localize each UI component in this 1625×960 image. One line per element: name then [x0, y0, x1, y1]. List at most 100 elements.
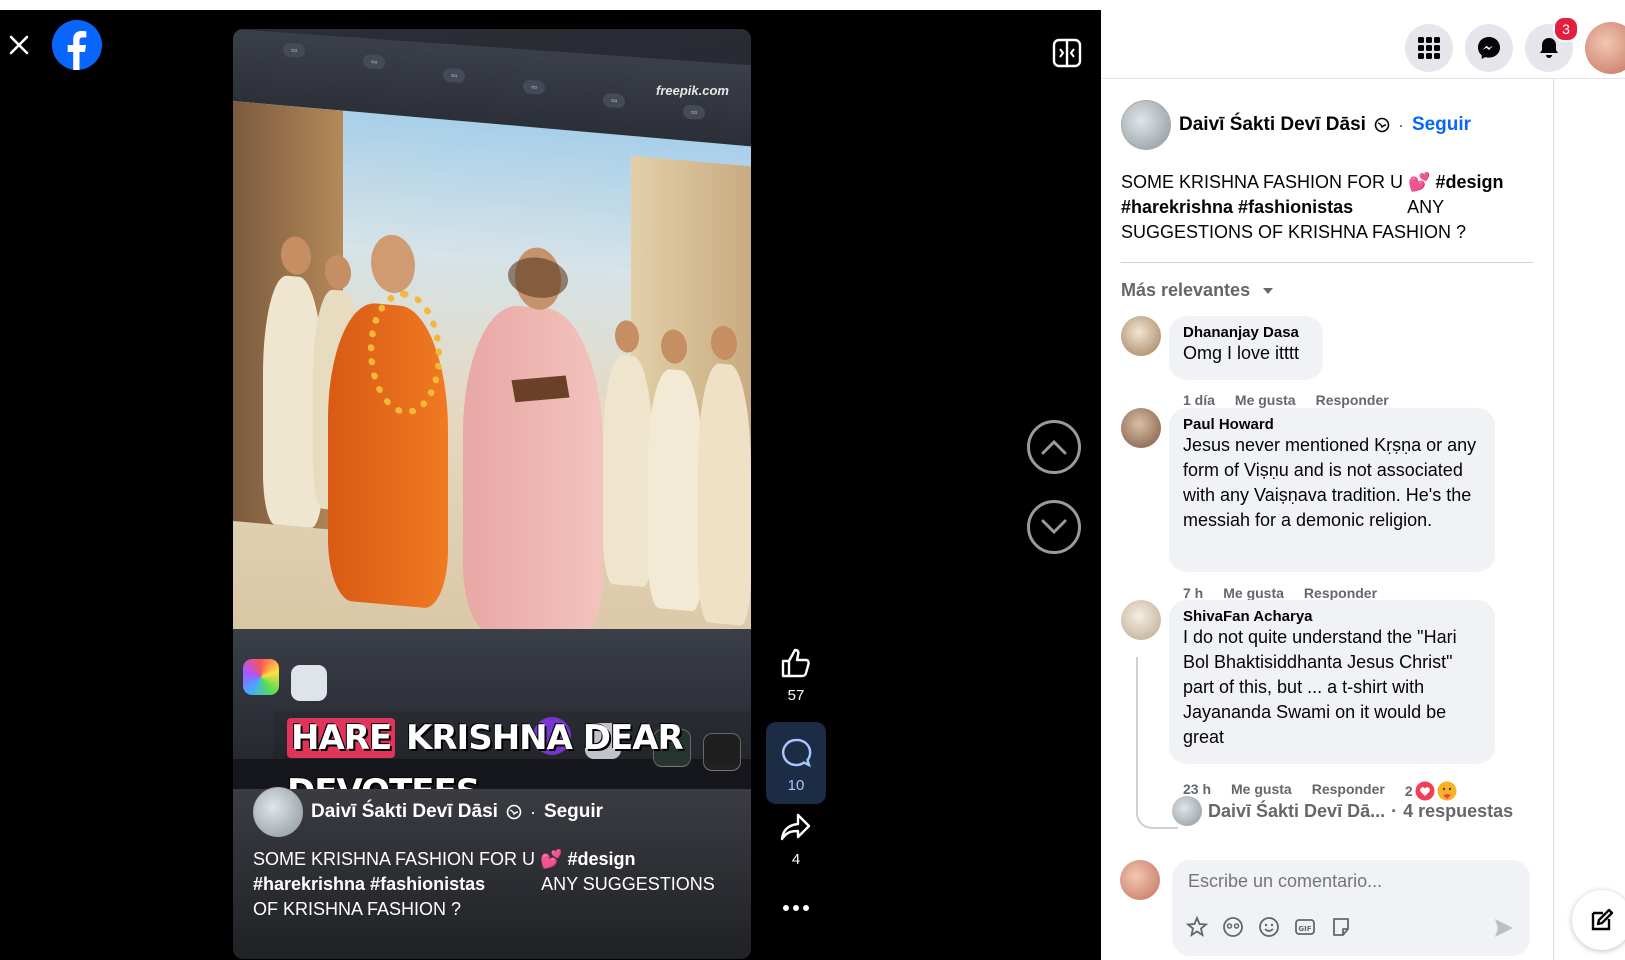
post-author-avatar[interactable] — [1121, 100, 1171, 150]
next-video-button[interactable] — [1027, 500, 1081, 554]
follow-separator: · — [1397, 114, 1404, 135]
notification-badge: 3 — [1553, 16, 1579, 42]
svg-text:GIF: GIF — [1298, 925, 1311, 933]
post-text-part: SOME KRISHNA FASHION FOR U 💕 — [1121, 172, 1436, 192]
menu-grid-button[interactable] — [1405, 24, 1453, 72]
more-options-icon[interactable] — [766, 900, 826, 918]
post-text: SOME KRISHNA FASHION FOR U 💕 #design #ha… — [1121, 170, 1521, 245]
notifications-button[interactable]: 3 — [1525, 16, 1579, 72]
video-description: SOME KRISHNA FASHION FOR U 💕 #design #ha… — [253, 847, 733, 922]
like-comment-button[interactable]: Me gusta — [1223, 585, 1284, 601]
hashtag-links[interactable]: #harekrishna #fashionistas — [253, 872, 485, 897]
sort-label: Más relevantes — [1121, 280, 1251, 300]
share-control[interactable]: 4 — [766, 810, 826, 868]
gif-icon[interactable]: GIF — [1294, 916, 1316, 938]
messenger-icon — [1478, 37, 1500, 59]
messenger-button[interactable] — [1465, 24, 1513, 72]
commenter-avatar[interactable] — [1121, 316, 1161, 356]
video-author: Daivī Śakti Devī Dāsi · Seguir — [253, 787, 603, 837]
hashtag-link[interactable]: #design — [1435, 172, 1503, 192]
replies-count: 4 respuestas — [1403, 800, 1514, 821]
comment-composer: GIF — [1172, 860, 1530, 956]
chevron-up-icon — [1041, 439, 1067, 455]
reply-comment-button[interactable]: Responder — [1304, 585, 1377, 601]
replies-separator: · — [1391, 800, 1398, 821]
thumbs-up-icon[interactable] — [779, 646, 813, 680]
facebook-logo-icon[interactable] — [52, 20, 102, 70]
share-count: 4 — [791, 851, 801, 868]
video-caption-banner: HARE KRISHNA DEAR DEVOTEES — [273, 711, 751, 812]
desc-text: OF KRISHNA FASHION ? — [253, 899, 462, 919]
panel-divider — [1553, 78, 1554, 960]
commenter-name[interactable]: Dhananjay Dasa — [1183, 324, 1309, 341]
composer-tools: GIF — [1185, 915, 1352, 938]
grid-menu-icon — [1418, 37, 1440, 59]
my-avatar[interactable] — [1120, 860, 1160, 900]
comment-bubble: ShivaFan Acharya I do not quite understa… — [1169, 600, 1495, 764]
comment-control[interactable]: 10 — [766, 722, 826, 804]
post-follow-link[interactable]: Seguir — [1412, 114, 1471, 136]
caret-down-icon — [1263, 288, 1274, 294]
new-message-button[interactable] — [1572, 890, 1625, 950]
sort-dropdown[interactable]: Más relevantes — [1121, 280, 1275, 301]
comment-text: Jesus never mentioned Kṛṣṇa or any form … — [1183, 435, 1477, 530]
globe-icon — [506, 804, 522, 820]
post-author-name[interactable]: Daivī Śakti Devī Dāsi — [1179, 114, 1366, 136]
commenter-name[interactable]: Paul Howard — [1183, 416, 1481, 433]
video-author-name[interactable]: Daivī Śakti Devī Dāsi — [311, 801, 498, 823]
like-control[interactable]: 57 — [766, 646, 826, 704]
previous-video-button[interactable] — [1027, 420, 1081, 474]
comment-actions: 1 día Me gusta Responder — [1183, 392, 1389, 408]
hashtag-links[interactable]: #harekrishna #fashionistas — [1121, 195, 1353, 220]
close-icon[interactable] — [6, 32, 32, 58]
comment-time[interactable]: 7 h — [1183, 585, 1203, 601]
post-text-part: ANY — [1407, 197, 1445, 217]
video-follow-link[interactable]: Seguir — [544, 801, 603, 823]
banner-word: HARE — [287, 718, 396, 758]
laptop-screen: ▫▫ ▫▫ ▫▫ ▫▫ ▫▫ ▫▫ freepik.com HARE KRISH… — [233, 29, 751, 812]
desc-text: ANY SUGGESTIONS — [541, 874, 715, 894]
sticker-icon[interactable] — [1330, 916, 1352, 938]
chevron-down-icon — [1041, 519, 1067, 535]
follow-separator: · — [529, 801, 536, 822]
globe-icon — [1374, 117, 1390, 133]
compose-icon — [1591, 908, 1614, 931]
author-avatar[interactable] — [253, 787, 303, 837]
comment-time[interactable]: 1 día — [1183, 392, 1215, 408]
video-player[interactable]: ▫▫ ▫▫ ▫▫ ▫▫ ▫▫ ▫▫ freepik.com HARE KRISH… — [233, 29, 751, 959]
share-icon[interactable] — [779, 810, 813, 844]
top-strip — [0, 0, 1625, 10]
emoji-icon[interactable] — [1258, 916, 1280, 938]
like-comment-button[interactable]: Me gusta — [1235, 392, 1296, 408]
comment-icon[interactable] — [779, 736, 813, 770]
video-painting — [233, 101, 751, 687]
comment-bubble: Paul Howard Jesus never mentioned Kṛṣṇa … — [1169, 408, 1495, 572]
commenter-avatar[interactable] — [1121, 408, 1161, 448]
avatar-icon[interactable] — [1222, 916, 1244, 938]
like-count: 57 — [787, 687, 805, 704]
comment-count: 10 — [787, 777, 805, 794]
commenter-avatar[interactable] — [1121, 600, 1161, 640]
comment-actions: 7 h Me gusta Responder — [1183, 585, 1377, 601]
divider — [1121, 262, 1533, 263]
comment-input[interactable] — [1186, 870, 1510, 893]
account-avatar[interactable] — [1585, 22, 1625, 74]
commenter-name[interactable]: ShivaFan Acharya — [1183, 608, 1481, 625]
avatar-sticker-icon[interactable] — [1185, 915, 1209, 938]
hashtag-link[interactable]: #design — [567, 849, 635, 869]
video-viewer: ▫▫ ▫▫ ▫▫ ▫▫ ▫▫ ▫▫ freepik.com HARE KRISH… — [0, 10, 1101, 960]
comment-bubble: Dhananjay Dasa Omg I love itttt — [1169, 316, 1323, 380]
reply-comment-button[interactable]: Responder — [1316, 392, 1389, 408]
comment-text: I do not quite understand the "Hari Bol … — [1183, 627, 1457, 747]
comment-text: Omg I love itttt — [1183, 343, 1300, 363]
watermark-text: freepik.com — [656, 83, 729, 98]
send-icon[interactable] — [1492, 916, 1516, 940]
post-text-part: SUGGESTIONS OF KRISHNA FASHION ? — [1121, 222, 1467, 242]
toggle-panel-icon[interactable] — [1050, 36, 1084, 70]
reply-author-avatar — [1172, 796, 1202, 826]
desc-text: SOME KRISHNA FASHION FOR U 💕 — [253, 849, 568, 869]
post-header: Daivī Śakti Devī Dāsi · Seguir — [1121, 100, 1471, 150]
reply-author-name: Daivī Śakti Devī Dā... — [1208, 800, 1386, 821]
view-replies-link[interactable]: Daivī Śakti Devī Dā... · 4 respuestas — [1172, 796, 1513, 826]
top-navigation: 3 — [1101, 10, 1625, 79]
